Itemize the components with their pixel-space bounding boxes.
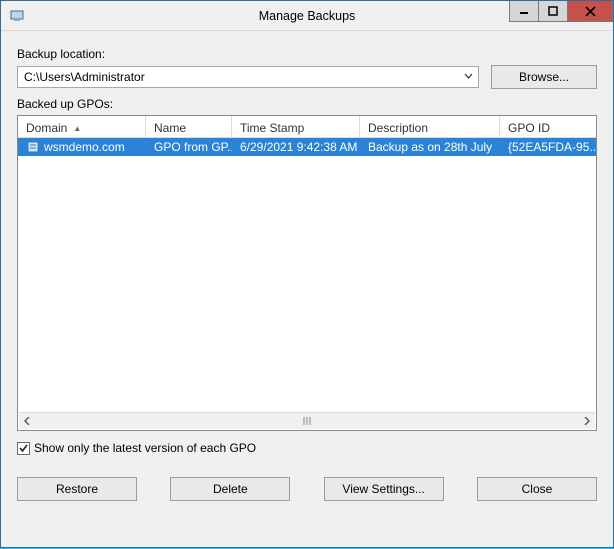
horizontal-scrollbar[interactable] [19, 412, 595, 429]
browse-button[interactable]: Browse... [491, 65, 597, 89]
titlebar: Manage Backups [1, 1, 613, 31]
window-buttons [510, 1, 613, 23]
minimize-button[interactable] [509, 1, 539, 22]
restore-button[interactable]: Restore [17, 477, 137, 501]
footer-buttons: Restore Delete View Settings... Close [17, 477, 597, 501]
show-latest-row: Show only the latest version of each GPO [17, 441, 597, 455]
chevron-down-icon [460, 70, 476, 84]
cell-domain: wsmdemo.com [18, 140, 146, 154]
show-latest-checkbox[interactable] [17, 442, 30, 455]
backup-location-combo[interactable]: C:\Users\Administrator [17, 66, 479, 88]
cell-domain-text: wsmdemo.com [44, 140, 125, 154]
gpo-icon [26, 140, 40, 154]
delete-button[interactable]: Delete [170, 477, 290, 501]
cell-desc: Backup as on 28th July [360, 140, 500, 154]
col-name[interactable]: Name [146, 116, 232, 137]
maximize-button[interactable] [538, 1, 568, 22]
backed-up-gpos-label: Backed up GPOs: [17, 97, 597, 111]
cell-time: 6/29/2021 9:42:38 AM [232, 140, 360, 154]
cell-id: {52EA5FDA-95... [500, 140, 596, 154]
backup-location-label: Backup location: [17, 47, 597, 61]
close-window-button[interactable] [567, 1, 613, 22]
show-latest-label: Show only the latest version of each GPO [34, 441, 256, 455]
client-area: Backup location: C:\Users\Administrator … [1, 31, 613, 515]
col-domain-label: Domain [26, 121, 67, 135]
gpo-listview: Domain ▲ Name Time Stamp Description GPO… [17, 115, 597, 431]
backup-location-value: C:\Users\Administrator [24, 70, 145, 84]
view-settings-button[interactable]: View Settings... [324, 477, 444, 501]
close-button[interactable]: Close [477, 477, 597, 501]
scroll-track[interactable] [36, 416, 578, 426]
table-row[interactable]: wsmdemo.com GPO from GP... 6/29/2021 9:4… [18, 138, 596, 156]
cell-name: GPO from GP... [146, 140, 232, 154]
scroll-left-button[interactable] [19, 413, 36, 430]
manage-backups-window: Manage Backups Backup location: C:\Users… [0, 0, 614, 548]
scroll-right-button[interactable] [578, 413, 595, 430]
col-time[interactable]: Time Stamp [232, 116, 360, 137]
listview-header: Domain ▲ Name Time Stamp Description GPO… [18, 116, 596, 138]
col-id[interactable]: GPO ID [500, 116, 596, 137]
col-desc[interactable]: Description [360, 116, 500, 137]
col-domain[interactable]: Domain ▲ [18, 116, 146, 137]
app-icon [9, 8, 25, 24]
location-row: C:\Users\Administrator Browse... [17, 65, 597, 89]
sort-asc-icon: ▲ [73, 124, 81, 133]
